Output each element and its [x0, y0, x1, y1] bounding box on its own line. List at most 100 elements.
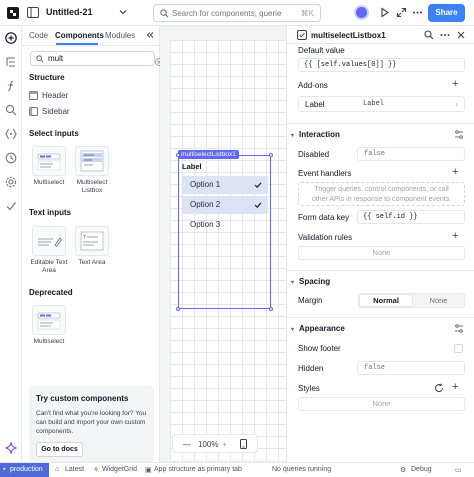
assist-sparkle-icon[interactable]	[5, 442, 17, 454]
styles-empty[interactable]: None	[298, 397, 465, 411]
addons-label: Add-ons	[298, 81, 328, 90]
top-bar: Untitled-21 ⌘K Share	[0, 0, 474, 26]
play-icon[interactable]	[379, 7, 390, 18]
tab-code[interactable]: Code	[29, 31, 48, 40]
app-title[interactable]: Untitled-21	[46, 7, 93, 17]
device-preview-icon[interactable]	[240, 439, 247, 449]
show-footer-checkbox[interactable]	[454, 344, 463, 353]
disabled-input[interactable]: false	[357, 147, 465, 161]
search-icon[interactable]	[5, 104, 17, 116]
section-spacing[interactable]: ▾ Spacing	[291, 277, 330, 286]
tab-modules[interactable]: Modules	[105, 31, 135, 40]
listbox-label: Label	[182, 162, 202, 171]
chevron-down-icon[interactable]	[119, 8, 127, 16]
retool-logo-icon[interactable]	[6, 6, 20, 20]
resize-handle[interactable]	[269, 153, 273, 157]
avatar[interactable]	[354, 5, 369, 20]
addon-name: Label	[305, 100, 325, 109]
interaction-settings-icon[interactable]	[454, 130, 464, 139]
listbox-option[interactable]: Option 3	[182, 216, 268, 234]
components-panel: Code Components Modules Structure Header…	[22, 26, 163, 464]
debug-button[interactable]: Debug	[411, 466, 432, 473]
app-structure-setting[interactable]: App structure as primary tab	[154, 466, 242, 473]
component-multiselect-deprecated[interactable]: Multiselect	[27, 305, 71, 346]
add-event-handler-button[interactable]: +	[452, 166, 458, 178]
validation-rules-empty[interactable]: None	[298, 246, 465, 260]
form-data-key-code: {{ self.id }}	[363, 213, 418, 221]
inspector-component-name[interactable]: multiselectListbox1	[311, 31, 386, 40]
history-icon[interactable]	[5, 152, 17, 164]
component-label: Multiselect Listbox	[76, 179, 108, 194]
search-icon[interactable]	[424, 30, 434, 40]
hidden-input[interactable]: false	[357, 361, 465, 375]
hidden-label: Hidden	[298, 364, 324, 373]
appearance-settings-icon[interactable]	[454, 324, 464, 333]
section-appearance[interactable]: ▾ Appearance	[291, 324, 345, 333]
tree-icon[interactable]	[5, 56, 17, 68]
margin-option-normal[interactable]: Normal	[360, 295, 412, 306]
structure-item-label: Sidebar	[42, 107, 70, 116]
resize-handle[interactable]	[176, 307, 180, 311]
default-value-input[interactable]: {{ [self.values[0]] }}	[298, 58, 465, 72]
margin-toggle: Normal None	[358, 293, 465, 308]
collapse-panel-icon[interactable]	[146, 31, 154, 39]
state-icon[interactable]	[5, 128, 17, 140]
add-validation-rule-button[interactable]: +	[452, 230, 458, 242]
section-interaction[interactable]: ▾ Interaction	[291, 130, 340, 139]
form-data-key-input[interactable]: {{ self.id }}	[357, 210, 465, 224]
checkmark-icon[interactable]	[5, 200, 17, 212]
resize-handle[interactable]	[176, 153, 180, 157]
header-layout-icon	[29, 91, 38, 100]
toggle-sidebar-icon[interactable]	[27, 7, 39, 18]
section-text-inputs: Text inputs	[29, 208, 72, 217]
add-addon-button[interactable]: +	[452, 78, 458, 90]
structure-item-label: Header	[42, 91, 69, 100]
panel-toggle-icon[interactable]: ▭	[455, 466, 462, 474]
margin-option-none[interactable]: None	[413, 295, 464, 306]
panel-tabs: Code Components Modules	[22, 26, 160, 45]
selected-component-tag[interactable]: multiselectListbox1	[178, 150, 239, 159]
validation-rules-label: Validation rules	[298, 233, 353, 242]
global-search[interactable]: ⌘K	[153, 4, 321, 22]
zoom-out-button[interactable]: —	[183, 440, 191, 449]
listbox-option[interactable]: Option 2	[182, 196, 268, 214]
more-icon[interactable]	[440, 30, 450, 40]
reset-styles-icon[interactable]	[434, 383, 444, 393]
environment-badge[interactable]: ▪ production	[0, 463, 49, 477]
addon-label-row[interactable]: Label Label ›	[298, 96, 465, 112]
component-label: Multiselect	[33, 179, 65, 186]
section-structure: Structure	[29, 73, 65, 82]
component-multiselect-listbox[interactable]: Multiselect Listbox	[70, 146, 114, 195]
promo-text: Can't find what you're looking for? You …	[36, 410, 147, 435]
function-icon[interactable]	[5, 80, 17, 92]
search-icon	[36, 55, 44, 63]
more-icon[interactable]	[412, 7, 423, 18]
zoom-in-button[interactable]: +	[222, 440, 227, 449]
tab-components[interactable]: Components	[55, 31, 104, 40]
multiselect-listbox: Label Option 1 Option 2 Option 3	[182, 162, 268, 234]
go-to-docs-button[interactable]: Go to docs	[36, 442, 83, 457]
text-area-thumbnail-icon: T	[75, 226, 109, 256]
listbox-option[interactable]: Option 1	[182, 176, 268, 194]
expand-icon[interactable]	[396, 7, 407, 18]
widget-grid[interactable]: WidgetGrid	[102, 466, 137, 473]
event-handlers-empty[interactable]: Trigger queries, control components, or …	[298, 182, 465, 206]
global-search-input[interactable]	[172, 7, 282, 20]
add-icon[interactable]	[5, 32, 17, 44]
close-icon[interactable]	[456, 30, 466, 40]
promo-title: Try custom components	[36, 394, 129, 403]
search-shortcut: ⌘K	[300, 9, 314, 18]
queries-status: No queries running	[272, 466, 332, 473]
component-search-input[interactable]	[48, 53, 128, 64]
settings-icon[interactable]	[5, 176, 17, 188]
component-multiselect[interactable]: Multiselect	[27, 146, 71, 187]
component-text-area[interactable]: T Text Area	[70, 226, 114, 267]
add-style-button[interactable]: +	[452, 381, 458, 393]
resize-handle[interactable]	[269, 307, 273, 311]
component-editable-text-area[interactable]: Editable Text Area	[27, 226, 71, 275]
release-latest[interactable]: Latest	[65, 466, 84, 473]
component-label: Multiselect	[33, 338, 65, 345]
share-button[interactable]: Share	[428, 4, 465, 22]
component-search[interactable]	[30, 51, 163, 66]
zoom-level[interactable]: 100%	[198, 440, 218, 449]
